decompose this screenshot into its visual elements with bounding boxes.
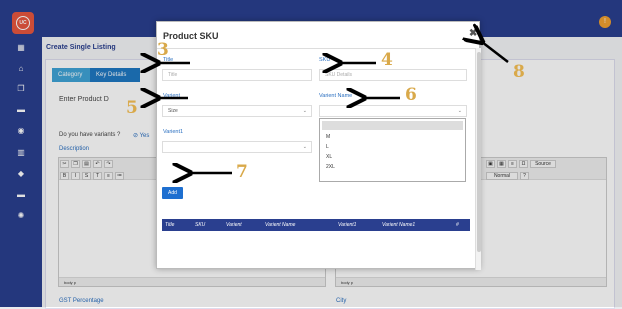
- annotation-6: 6: [405, 85, 417, 105]
- annotation-7: 7: [236, 162, 248, 182]
- annotation-3: 3: [157, 40, 169, 60]
- annotation-arrows: [0, 0, 509, 307]
- arrow-8: [482, 42, 509, 63]
- annotation-8: 8: [513, 62, 525, 82]
- annotation-5: 5: [126, 98, 138, 118]
- annotation-4: 4: [381, 50, 393, 70]
